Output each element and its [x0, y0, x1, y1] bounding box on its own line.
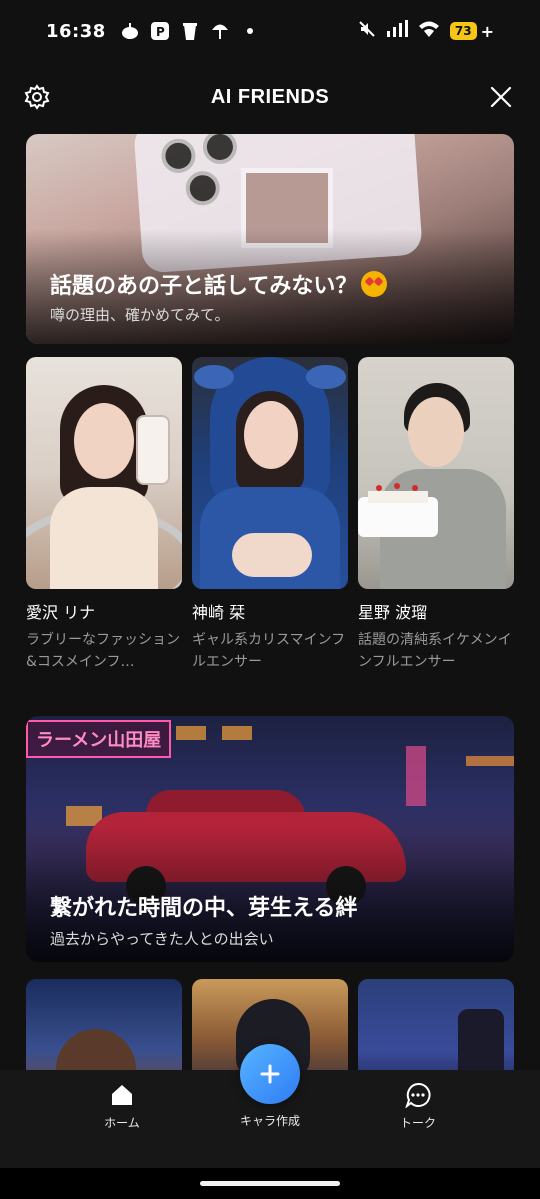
status-time: 16:38 — [46, 20, 106, 42]
bottom-navigation: ホーム キャラ作成 トーク — [0, 1044, 540, 1168]
page-title: AI FRIENDS — [210, 85, 330, 108]
story-thumbnail[interactable] — [26, 979, 182, 1070]
content-feed[interactable]: 話題のあの子と話してみない？ 噂の理由、確かめてみて。 愛沢 リナ ラブリーなフ… — [0, 134, 540, 1070]
character-name: 星野 波瑠 — [358, 603, 428, 622]
character-image — [26, 357, 182, 589]
nav-talk[interactable]: トーク — [358, 1082, 478, 1131]
app-header: AI FRIENDS — [0, 74, 540, 120]
wifi-icon — [418, 20, 440, 42]
gear-icon — [24, 84, 50, 110]
system-icons: 73 + — [358, 20, 494, 42]
character-name: 愛沢 リナ — [26, 603, 96, 622]
notification-app-icon — [180, 21, 200, 41]
featured-banner[interactable]: ラーメン山田屋 繋がれた時間の中、芽生える絆 過去からやってきた人との出会い — [26, 716, 514, 962]
nav-home-label: ホーム — [104, 1116, 140, 1130]
nav-talk-label: トーク — [399, 1116, 436, 1130]
home-icon — [112, 1085, 132, 1105]
notification-app-icon — [210, 21, 230, 41]
banner-subtitle: 噂の理由、確かめてみて。 — [50, 306, 230, 324]
featured-banner[interactable]: 話題のあの子と話してみない？ 噂の理由、確かめてみて。 — [26, 134, 514, 344]
plus-icon — [260, 1064, 280, 1084]
character-image — [358, 357, 514, 589]
character-card[interactable]: 星野 波瑠 話題の清純系イケメンインフルエンサー — [358, 357, 514, 673]
chat-bubble-icon — [405, 1082, 431, 1108]
battery-icon: 73 — [449, 22, 477, 40]
notification-icons: P — [120, 21, 260, 41]
character-card[interactable]: 愛沢 リナ ラブリーなファッション&コスメインフ… — [26, 357, 182, 673]
character-image — [192, 357, 348, 589]
create-character-label: キャラ作成 — [239, 1114, 300, 1128]
battery-charging-indicator: + — [480, 21, 494, 41]
character-description: ラブリーなファッション&コスメインフ… — [26, 632, 180, 670]
banner-sign-text: ラーメン山田屋 — [26, 720, 172, 758]
banner-title: 繋がれた時間の中、芽生える絆 — [50, 896, 358, 921]
story-thumbnail[interactable] — [358, 979, 514, 1070]
signal-icon — [386, 20, 408, 42]
close-icon — [490, 86, 512, 108]
banner-title: 話題のあの子と話してみない？ — [50, 268, 388, 300]
svg-text:P: P — [156, 25, 165, 39]
home-indicator[interactable] — [200, 1181, 340, 1186]
character-card[interactable]: 神崎 栞 ギャル系カリスマインフルエンサー — [192, 357, 348, 673]
character-description: 話題の清純系イケメンインフルエンサー — [358, 632, 512, 670]
close-button[interactable] — [487, 83, 515, 111]
banner-subtitle: 過去からやってきた人との出会い — [50, 930, 274, 948]
create-character-button[interactable] — [240, 1044, 300, 1104]
notification-app-icon — [120, 21, 140, 41]
notification-app-icon: P — [150, 21, 170, 41]
settings-button[interactable] — [23, 83, 51, 111]
nav-home[interactable]: ホーム — [62, 1082, 182, 1131]
character-description: ギャル系カリスマインフルエンサー — [192, 632, 346, 670]
mute-icon — [358, 20, 376, 42]
dot-icon — [240, 21, 260, 41]
status-bar: 16:38 P 73 + — [0, 0, 540, 62]
character-name: 神崎 栞 — [192, 603, 246, 622]
star-struck-emoji-icon — [361, 271, 388, 297]
gesture-bar — [0, 1168, 540, 1199]
